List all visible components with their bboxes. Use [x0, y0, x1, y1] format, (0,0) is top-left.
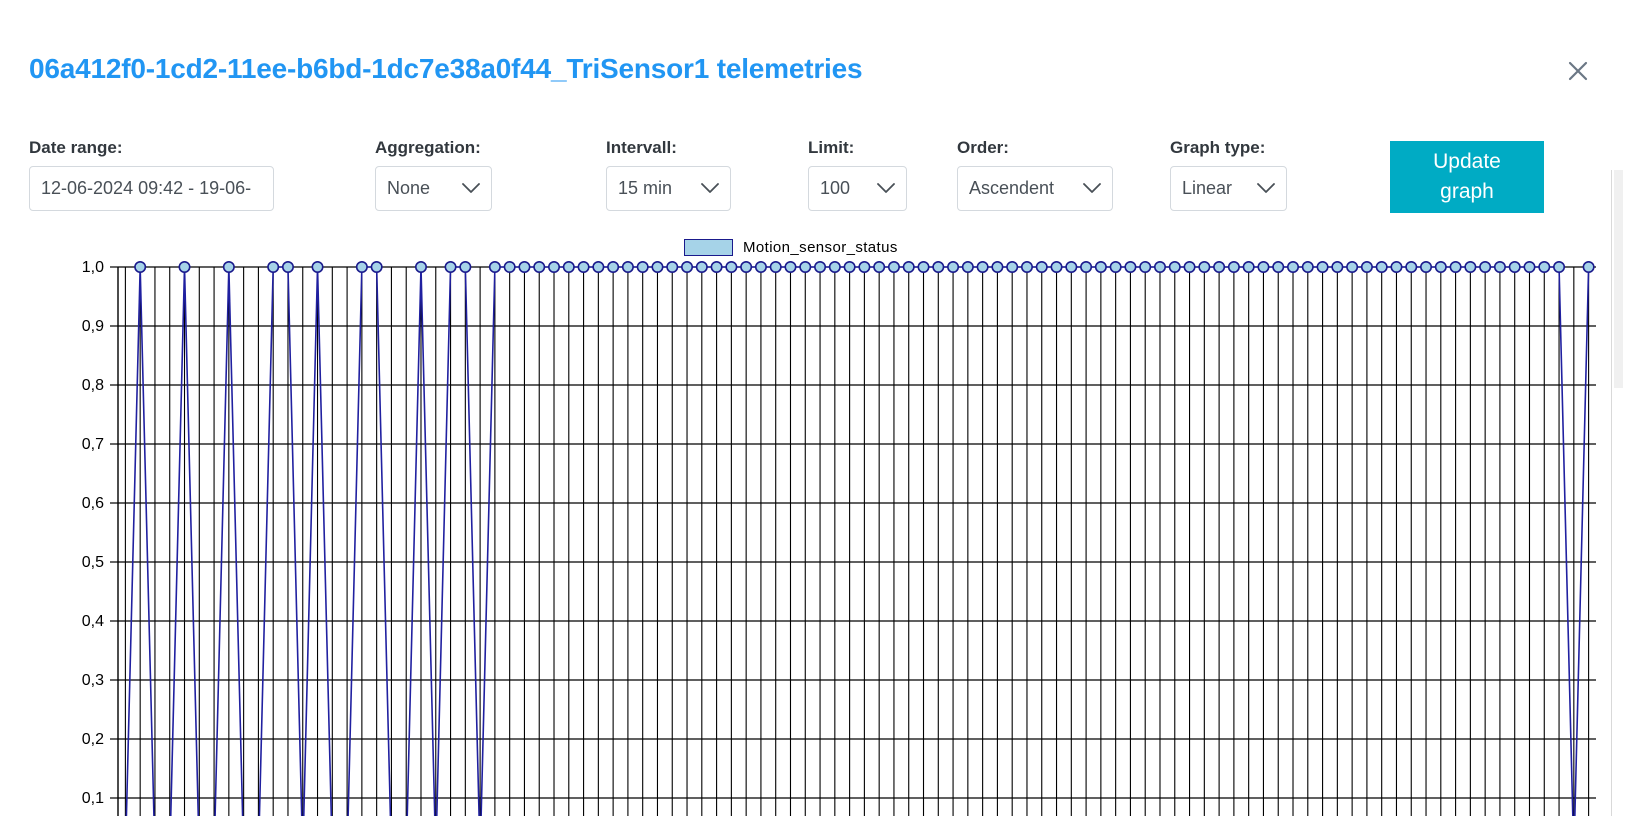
limit-label: Limit: [808, 138, 855, 157]
svg-text:0,9: 0,9 [82, 318, 104, 335]
svg-text:0,6: 0,6 [82, 495, 104, 512]
chart-canvas: 1,0 0,9 0,8 0,7 0,6 0,5 0,4 0,3 0,2 0,1 [82, 259, 1596, 816]
aggregation-value: None [387, 178, 431, 198]
graph-type-value: Linear [1182, 178, 1233, 198]
update-graph-line1: Update [1433, 150, 1501, 174]
svg-text:0,1: 0,1 [82, 790, 104, 807]
svg-text:0,3: 0,3 [82, 672, 104, 689]
page-title: 06a412f0-1cd2-11ee-b6bd-1dc7e38a0f44_Tri… [29, 53, 863, 84]
limit-value: 100 [820, 178, 851, 198]
close-icon[interactable] [1562, 55, 1594, 87]
chevron-down-icon [1071, 183, 1101, 194]
graph-type-label: Graph type: [1170, 138, 1266, 157]
page-scrollbar-thumb[interactable] [1614, 170, 1623, 388]
chevron-down-icon [865, 183, 895, 194]
update-graph-button[interactable]: Update graph [1390, 141, 1544, 213]
page-scrollbar[interactable] [1611, 170, 1624, 816]
chevron-down-icon [1245, 183, 1275, 194]
telemetry-dialog: 06a412f0-1cd2-11ee-b6bd-1dc7e38a0f44_Tri… [0, 0, 1626, 816]
telemetry-chart[interactable]: 1,0 0,9 0,8 0,7 0,6 0,5 0,4 0,3 0,2 0,1 [0, 250, 1600, 816]
svg-text:0,8: 0,8 [82, 377, 104, 394]
order-value: Ascendent [969, 178, 1055, 198]
chevron-down-icon [450, 183, 480, 194]
aggregation-select[interactable]: None [375, 166, 492, 211]
aggregation-group: Aggregation: None [375, 138, 492, 211]
graph-type-select[interactable]: Linear [1170, 166, 1287, 211]
svg-text:1,0: 1,0 [82, 259, 104, 276]
date-range-input[interactable]: 12-06-2024 09:42 - 19-06- [29, 166, 274, 211]
svg-text:0,4: 0,4 [82, 613, 104, 630]
interval-group: Intervall: 15 min [606, 138, 731, 211]
aggregation-label: Aggregation: [375, 138, 481, 157]
svg-text:0,7: 0,7 [82, 436, 104, 453]
date-range-group: Date range: 12-06-2024 09:42 - 19-06- [29, 138, 274, 211]
interval-select[interactable]: 15 min [606, 166, 731, 211]
interval-value: 15 min [618, 178, 673, 198]
order-group: Order: Ascendent [957, 138, 1113, 211]
interval-label: Intervall: [606, 138, 677, 157]
svg-text:0,5: 0,5 [82, 554, 104, 571]
date-range-label: Date range: [29, 138, 123, 157]
controls-toolbar: Date range: 12-06-2024 09:42 - 19-06- Ag… [0, 138, 1626, 218]
graph-type-group: Graph type: Linear [1170, 138, 1287, 211]
limit-select[interactable]: 100 [808, 166, 907, 211]
order-select[interactable]: Ascendent [957, 166, 1113, 211]
svg-text:0,2: 0,2 [82, 731, 104, 748]
update-graph-line2: graph [1440, 180, 1494, 203]
order-label: Order: [957, 138, 1009, 157]
limit-group: Limit: 100 [808, 138, 907, 211]
chevron-down-icon [689, 183, 719, 194]
date-range-value: 12-06-2024 09:42 - 19-06- [41, 178, 252, 198]
